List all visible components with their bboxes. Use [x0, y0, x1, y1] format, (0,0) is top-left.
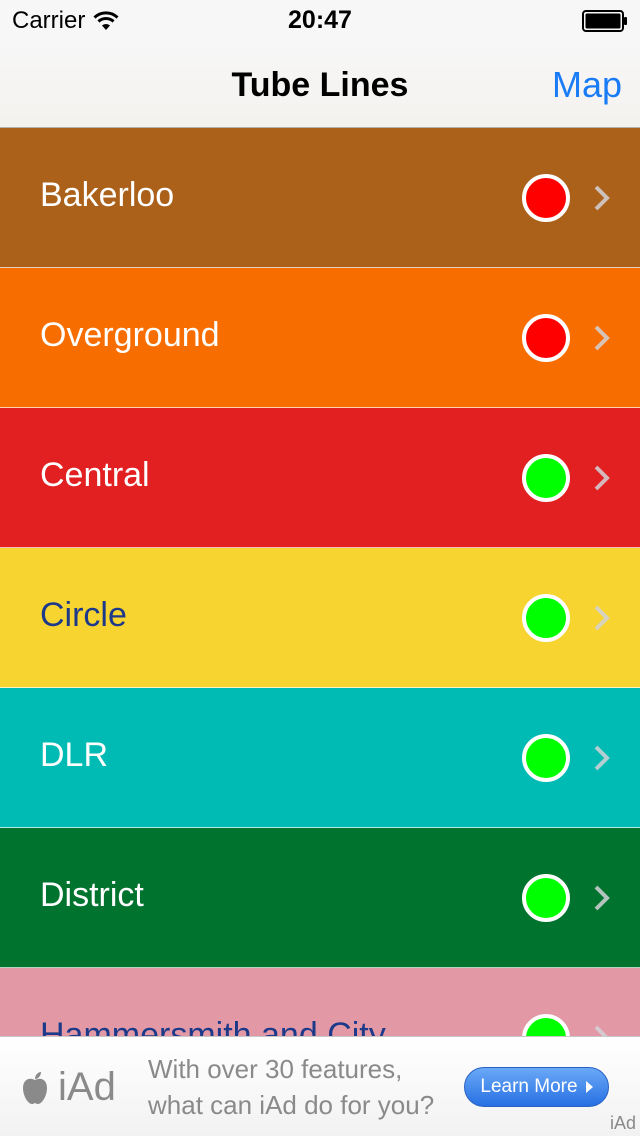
iad-banner[interactable]: iAd With over 30 features, what can iAd … [0, 1036, 640, 1136]
line-row-district[interactable]: District [0, 828, 640, 968]
status-indicator-green [522, 1014, 570, 1036]
line-name: Overground [40, 316, 220, 354]
line-name: DLR [40, 736, 109, 774]
line-name: District [40, 876, 144, 914]
status-indicator-red [522, 314, 570, 362]
status-indicator-green [522, 734, 570, 782]
iad-brand-label: iAd [58, 1065, 116, 1109]
battery-icon [582, 10, 628, 32]
ad-message: With over 30 features, what can iAd do f… [148, 1051, 434, 1123]
tube-lines-list[interactable]: Bakerloo Overground Central Circle DLR Distri… [0, 128, 640, 1036]
chevron-right-icon [594, 1025, 608, 1036]
iad-corner-label: iAd [609, 1113, 636, 1133]
chevron-right-icon [594, 325, 610, 351]
status-indicator-green [522, 874, 570, 922]
navigation-bar: Tube Lines Map [0, 40, 640, 128]
line-name: Circle [40, 596, 127, 634]
line-row-overground[interactable]: Overground [0, 268, 640, 408]
line-row-bakerloo[interactable]: Bakerloo [0, 128, 640, 268]
status-indicator-green [522, 454, 570, 502]
learn-more-label: Learn More [480, 1076, 578, 1097]
ad-line-1: With over 30 features, [148, 1054, 403, 1084]
line-row-central[interactable]: Central [0, 408, 640, 548]
iad-logo: iAd [20, 1065, 116, 1110]
status-bar: Carrier 20:47 [0, 0, 640, 40]
line-name: Central [40, 456, 150, 494]
chevron-right-icon [594, 605, 610, 631]
status-time: 20:47 [288, 6, 352, 34]
chevron-right-icon [594, 885, 610, 911]
chevron-right-icon [594, 185, 610, 211]
screen: Carrier 20:47 Tube Lines Map Bakerloo Ove… [0, 0, 640, 1136]
map-button[interactable]: Map [552, 64, 622, 106]
page-title: Tube Lines [231, 66, 409, 104]
chevron-right-icon [594, 465, 610, 491]
line-row-hammersmith-and-city[interactable]: Hammersmith and City [0, 968, 640, 1036]
ad-line-2: what can iAd do for you? [148, 1090, 435, 1120]
line-name: Bakerloo [40, 176, 175, 214]
play-arrow-icon [585, 1081, 593, 1093]
chevron-right-icon [594, 745, 610, 771]
line-row-dlr[interactable]: DLR [0, 688, 640, 828]
learn-more-button[interactable]: Learn More [464, 1067, 609, 1107]
line-name: Hammersmith and City [40, 1016, 386, 1036]
status-indicator-red [522, 174, 570, 222]
status-indicator-green [522, 594, 570, 642]
apple-icon [20, 1070, 50, 1106]
line-row-circle[interactable]: Circle [0, 548, 640, 688]
